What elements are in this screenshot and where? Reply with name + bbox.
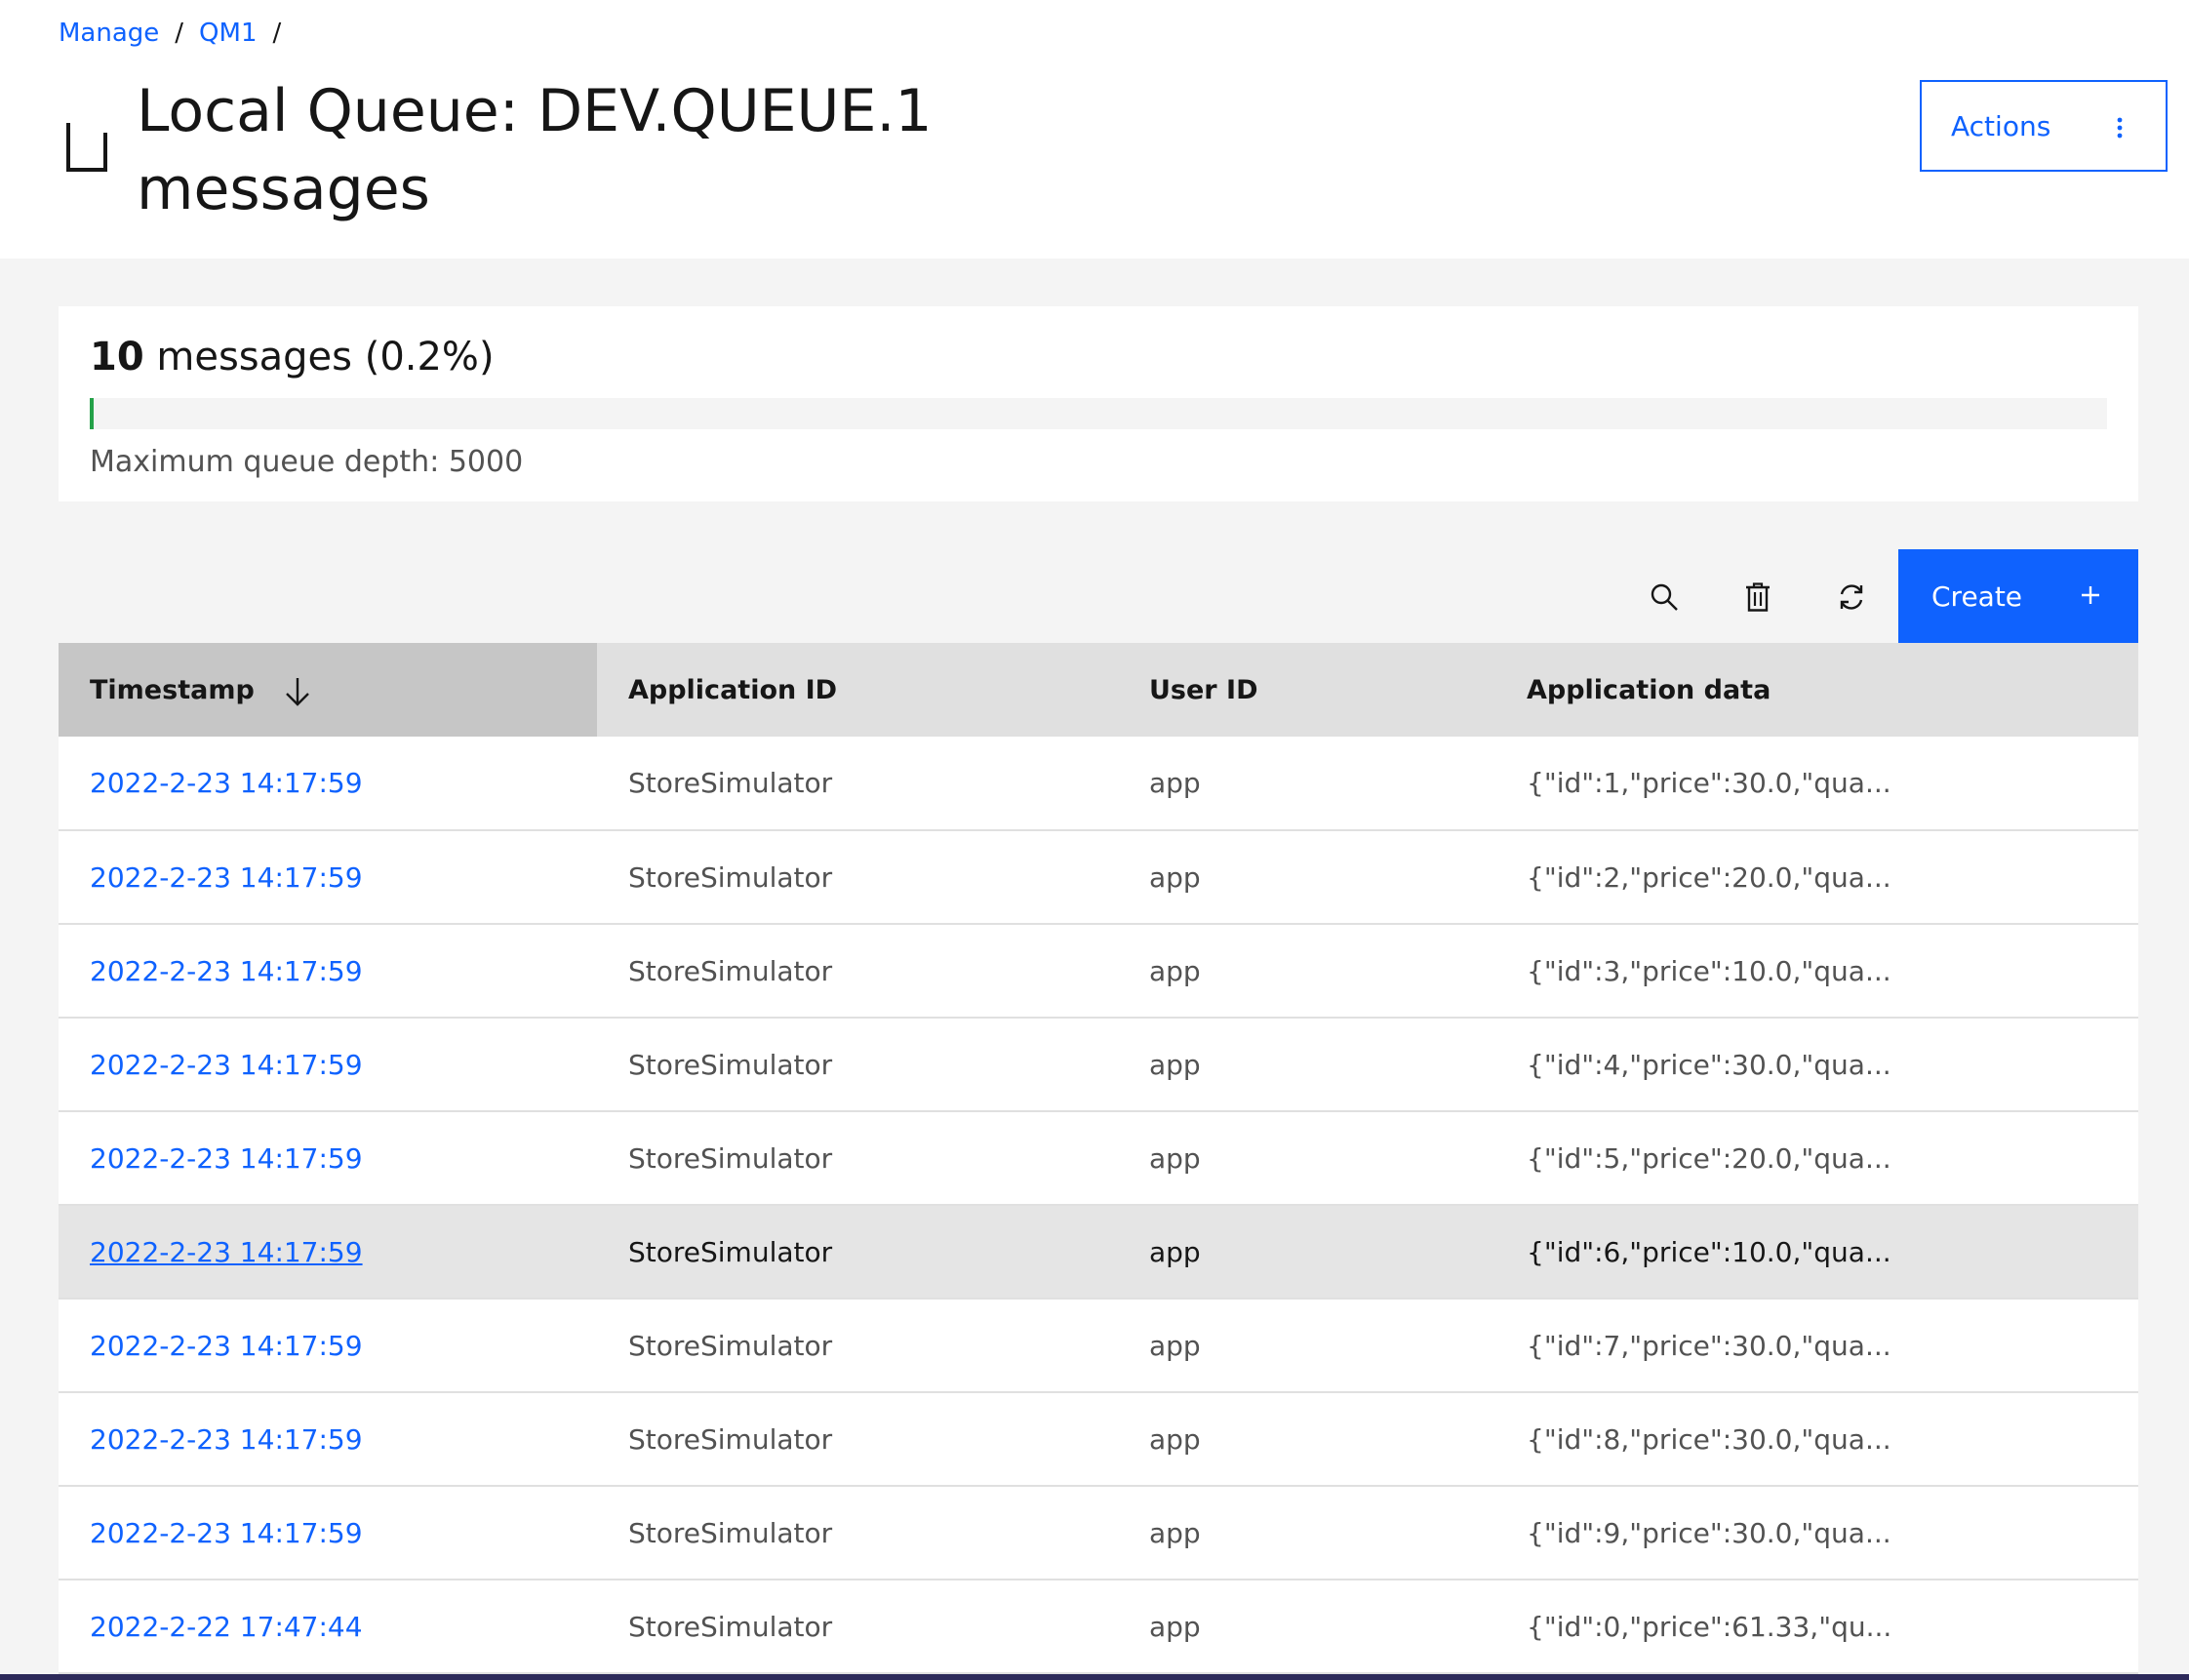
application-data-cell: {"id":4,"price":30.0,"qua... [1495, 1018, 2138, 1112]
refresh-icon [1840, 584, 1863, 610]
timestamp-link[interactable]: 2022-2-23 14:17:59 [90, 1049, 363, 1081]
application-id-cell: StoreSimulator [597, 1205, 1118, 1300]
user-id-cell: app [1118, 1580, 1495, 1674]
table-header-row: Timestamp Application ID User ID Applica… [59, 643, 2138, 737]
search-button[interactable] [1617, 550, 1711, 644]
queue-depth-card: 10 messages (0.2%) Maximum queue depth: … [59, 306, 2138, 501]
column-header-application-data[interactable]: Application data [1495, 643, 2138, 737]
application-id-cell: StoreSimulator [597, 1392, 1118, 1487]
trash-icon [1746, 582, 1770, 612]
application-data-cell: {"id":8,"price":30.0,"qua... [1495, 1392, 2138, 1487]
timestamp-link[interactable]: 2022-2-23 14:17:59 [90, 1330, 363, 1362]
max-queue-depth: Maximum queue depth: 5000 [90, 445, 524, 479]
timestamp-link[interactable]: 2022-2-23 14:17:59 [90, 1423, 363, 1456]
application-id-cell: StoreSimulator [597, 830, 1118, 925]
timestamp-cell: 2022-2-23 14:17:59 [59, 1486, 597, 1580]
delete-button[interactable] [1711, 550, 1805, 644]
timestamp-cell: 2022-2-23 14:17:59 [59, 1205, 597, 1300]
arrow-down-icon [286, 678, 309, 706]
timestamp-link[interactable]: 2022-2-23 14:17:59 [90, 861, 363, 894]
timestamp-cell: 2022-2-23 14:17:59 [59, 1018, 597, 1112]
user-id-cell: app [1118, 1299, 1495, 1393]
timestamp-cell: 2022-2-23 14:17:59 [59, 737, 597, 831]
table-body: 2022-2-23 14:17:59 StoreSimulator app {"id"… [59, 737, 2138, 1674]
user-id-cell: app [1118, 830, 1495, 925]
breadcrumb-separator: / [175, 19, 184, 48]
user-id-cell: app [1118, 1205, 1495, 1300]
page-title-line2: messages [137, 155, 430, 223]
table-row[interactable]: 2022-2-23 14:17:59 StoreSimulator app {"id"… [59, 1299, 2138, 1393]
message-count-suffix: messages (0.2%) [156, 335, 495, 380]
table-row[interactable]: 2022-2-23 14:17:59 StoreSimulator app {"id"… [59, 1486, 2138, 1580]
page-header: Manage / QM1 / Local Queue: DEV.QUEUE.1 … [0, 0, 2189, 259]
application-data-cell: {"id":0,"price":61.33,"qu... [1495, 1580, 2138, 1674]
timestamp-link[interactable]: 2022-2-23 14:17:59 [90, 1142, 363, 1175]
timestamp-cell: 2022-2-23 14:17:59 [59, 1392, 597, 1487]
application-data-cell: {"id":3,"price":10.0,"qua... [1495, 924, 2138, 1019]
user-id-cell: app [1118, 737, 1495, 831]
user-id-cell: app [1118, 1018, 1495, 1112]
application-id-cell: StoreSimulator [597, 1018, 1118, 1112]
application-data-cell: {"id":5,"price":20.0,"qua... [1495, 1111, 2138, 1206]
user-id-cell: app [1118, 1111, 1495, 1206]
table-row[interactable]: 2022-2-23 14:17:59 StoreSimulator app {"id"… [59, 737, 2138, 831]
table-row[interactable]: 2022-2-23 14:17:59 StoreSimulator app {"id"… [59, 1111, 2138, 1206]
column-header-user-id[interactable]: User ID [1118, 643, 1495, 737]
message-count: 10 messages (0.2%) [90, 330, 495, 384]
queue-icon [66, 123, 107, 172]
search-icon [1651, 583, 1678, 611]
actions-button[interactable]: Actions [1920, 80, 2168, 172]
column-header-timestamp[interactable]: Timestamp [59, 643, 597, 737]
actions-button-label: Actions [1951, 109, 2051, 142]
application-data-cell: {"id":7,"price":30.0,"qua... [1495, 1299, 2138, 1393]
timestamp-link[interactable]: 2022-2-23 14:17:59 [90, 1236, 363, 1268]
application-id-cell: StoreSimulator [597, 1580, 1118, 1674]
table-row[interactable]: 2022-2-23 14:17:59 StoreSimulator app {"id"… [59, 830, 2138, 925]
table-row[interactable]: 2022-2-22 17:47:44 StoreSimulator app {"id"… [59, 1580, 2138, 1674]
messages-table: Timestamp Application ID User ID Applica… [59, 643, 2138, 1674]
breadcrumb: Manage / QM1 / [59, 14, 297, 53]
application-data-cell: {"id":2,"price":20.0,"qua... [1495, 830, 2138, 925]
timestamp-link[interactable]: 2022-2-23 14:17:59 [90, 1517, 363, 1549]
application-id-cell: StoreSimulator [597, 1299, 1118, 1393]
create-message-button[interactable]: Create [1898, 549, 2138, 643]
timestamp-cell: 2022-2-22 17:47:44 [59, 1580, 597, 1674]
timestamp-link[interactable]: 2022-2-23 14:17:59 [90, 955, 363, 987]
application-data-cell: {"id":9,"price":30.0,"qua... [1495, 1486, 2138, 1580]
page-title: Local Queue: DEV.QUEUE.1 messages [137, 72, 1015, 228]
plus-icon [2082, 586, 2099, 604]
breadcrumb-qm1-link[interactable]: QM1 [199, 19, 257, 48]
queue-depth-bar [90, 398, 2107, 429]
overflow-menu-vertical-icon [2117, 117, 2123, 139]
timestamp-link[interactable]: 2022-2-22 17:47:44 [90, 1611, 363, 1643]
table-row[interactable]: 2022-2-23 14:17:59 StoreSimulator app {"id"… [59, 1392, 2138, 1487]
column-header-label: Timestamp [90, 674, 255, 705]
breadcrumb-separator: / [272, 19, 282, 48]
breadcrumb-manage-link[interactable]: Manage [59, 19, 159, 48]
create-button-label: Create [1931, 580, 2023, 613]
application-id-cell: StoreSimulator [597, 737, 1118, 831]
user-id-cell: app [1118, 1486, 1495, 1580]
user-id-cell: app [1118, 924, 1495, 1019]
application-data-cell: {"id":6,"price":10.0,"qua... [1495, 1205, 2138, 1300]
page-title-line1: Local Queue: DEV.QUEUE.1 [137, 77, 933, 145]
timestamp-cell: 2022-2-23 14:17:59 [59, 1111, 597, 1206]
timestamp-cell: 2022-2-23 14:17:59 [59, 1299, 597, 1393]
user-id-cell: app [1118, 1392, 1495, 1487]
refresh-button[interactable] [1805, 550, 1898, 644]
table-row[interactable]: 2022-2-23 14:17:59 StoreSimulator app {"id"… [59, 1205, 2138, 1300]
column-header-application-id[interactable]: Application ID [597, 643, 1118, 737]
queue-depth-bar-fill [90, 398, 95, 429]
timestamp-cell: 2022-2-23 14:17:59 [59, 830, 597, 925]
application-id-cell: StoreSimulator [597, 1486, 1118, 1580]
timestamp-cell: 2022-2-23 14:17:59 [59, 924, 597, 1019]
timestamp-link[interactable]: 2022-2-23 14:17:59 [90, 767, 363, 799]
bottom-edge-bar [0, 1674, 2189, 1680]
table-row[interactable]: 2022-2-23 14:17:59 StoreSimulator app {"id"… [59, 924, 2138, 1019]
message-count-number: 10 [90, 335, 144, 380]
application-data-cell: {"id":1,"price":30.0,"qua... [1495, 737, 2138, 831]
table-row[interactable]: 2022-2-23 14:17:59 StoreSimulator app {"id"… [59, 1018, 2138, 1112]
application-id-cell: StoreSimulator [597, 924, 1118, 1019]
application-id-cell: StoreSimulator [597, 1111, 1118, 1206]
